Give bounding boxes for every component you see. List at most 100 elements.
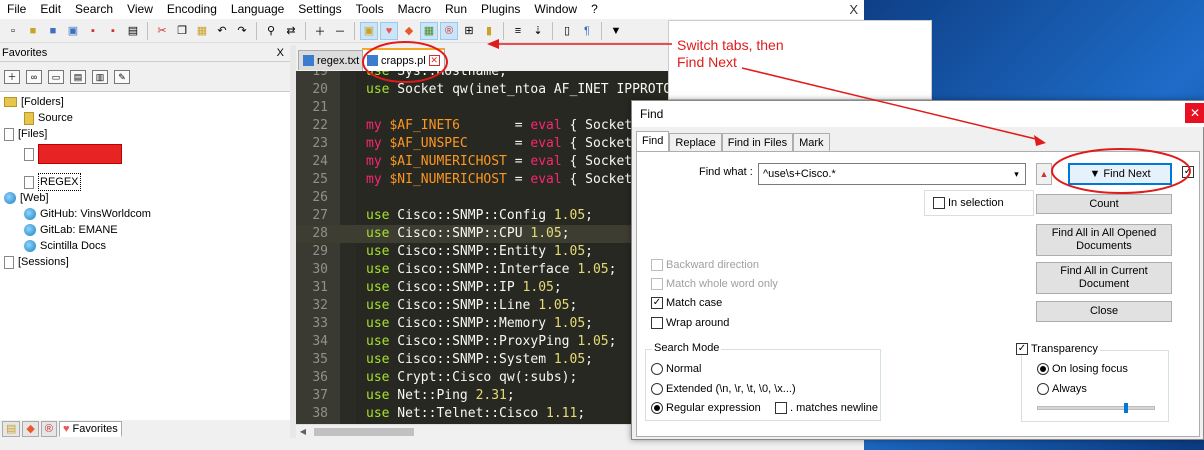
always-radio[interactable]: Always xyxy=(1037,383,1087,395)
cut-icon[interactable]: ✂ xyxy=(153,22,171,40)
save-all-icon[interactable]: ▣ xyxy=(64,22,82,40)
tab-find-in-files[interactable]: Find in Files xyxy=(721,133,794,152)
code-line[interactable]: 37 use Net::Ping 2.31; xyxy=(296,387,668,405)
edit-link-icon[interactable]: ✎ xyxy=(114,70,130,84)
copy-icon[interactable]: ❐ xyxy=(173,22,191,40)
transparency-slider-thumb[interactable] xyxy=(1124,403,1128,413)
tree-node-sessions[interactable]: [Sessions] xyxy=(4,254,69,270)
document-map-icon[interactable]: ▦ xyxy=(420,21,438,40)
swap-direction-button[interactable]: ▲ xyxy=(1036,163,1052,185)
transparency-checkbox[interactable]: ✓ Transparency xyxy=(1014,343,1100,355)
find-icon[interactable]: ⚲ xyxy=(262,22,280,40)
tree-node-web[interactable]: [Web] xyxy=(4,190,49,206)
code-line[interactable]: 36 use Crypt::Cisco qw(:subs); xyxy=(296,369,668,387)
menu-help[interactable]: ? xyxy=(584,0,605,19)
chevron-down-icon[interactable]: ▾ xyxy=(1008,164,1025,184)
save-icon[interactable]: ■ xyxy=(44,22,62,40)
find-next-button[interactable]: ▼ Find Next xyxy=(1068,163,1172,185)
code-line[interactable]: 32 use Cisco::SNMP::Line 1.05; xyxy=(296,297,668,315)
menu-edit[interactable]: Edit xyxy=(33,0,68,19)
add-favorite-icon[interactable]: ＋ xyxy=(4,70,20,84)
code-editor[interactable]: 19 use Sys::Hostname; 20 use Socket qw(inet… xyxy=(296,71,668,424)
code-line[interactable]: 21 xyxy=(296,99,668,117)
find-all-current-button[interactable]: Find All in Current Document xyxy=(1036,262,1172,294)
close-file-icon[interactable]: ▪ xyxy=(84,22,102,40)
group-icon[interactable]: ▤ xyxy=(70,70,86,84)
code-line[interactable]: 29 use Cisco::SNMP::Entity 1.05; xyxy=(296,243,668,261)
tree-node-github[interactable]: GitHub: VinsWorldcom xyxy=(24,206,151,222)
tree-node-folders[interactable]: [Folders] xyxy=(4,94,64,110)
toolbar-overflow-icon[interactable]: ▼ xyxy=(607,22,625,40)
count-button[interactable]: Count xyxy=(1036,194,1172,214)
close-panel-icon[interactable]: X xyxy=(277,45,284,62)
panel-icon[interactable]: ▯ xyxy=(558,22,576,40)
tree-node-source[interactable]: Source xyxy=(24,110,73,126)
plugin-icon[interactable]: ◆ xyxy=(400,22,418,40)
panel-tab-plugin[interactable]: ◆ xyxy=(22,421,39,437)
on-losing-focus-radio[interactable]: On losing focus xyxy=(1037,363,1128,375)
menu-window[interactable]: Window xyxy=(527,0,584,19)
code-line[interactable]: 28 use Cisco::SNMP::CPU 1.05; xyxy=(296,225,668,243)
match-case-checkbox[interactable]: ✓ Match case xyxy=(651,297,722,309)
code-line[interactable]: 22 my $AF_INET6 = eval { Socket::AF_INET6… xyxy=(296,117,668,135)
function-list-icon[interactable]: ⊞ xyxy=(460,22,478,40)
search-mode-normal-radio[interactable]: Normal xyxy=(651,363,701,375)
menu-run[interactable]: Run xyxy=(438,0,474,19)
folder-link-icon[interactable]: ▭ xyxy=(48,70,64,84)
find-next-option[interactable]: ✓ xyxy=(1182,166,1194,178)
wrap-around-checkbox[interactable]: Wrap around xyxy=(651,317,729,329)
zoom-out-icon[interactable]: － xyxy=(331,22,349,40)
session-icon[interactable]: ▥ xyxy=(92,70,108,84)
favorites-heart-icon[interactable]: ♥ xyxy=(380,21,398,40)
replace-icon[interactable]: ⇄ xyxy=(282,22,300,40)
backward-direction-checkbox[interactable]: Backward direction xyxy=(651,259,759,271)
menu-view[interactable]: View xyxy=(120,0,160,19)
open-file-icon[interactable]: ■ xyxy=(24,22,42,40)
scrollbar-thumb[interactable] xyxy=(314,428,414,436)
close-all-icon[interactable]: ▪ xyxy=(104,22,122,40)
code-line[interactable]: 35 use Cisco::SNMP::System 1.05; xyxy=(296,351,668,369)
undo-icon[interactable]: ↶ xyxy=(213,22,231,40)
code-line[interactable]: 20 use Socket qw(inet_ntoa AF_INET IPPROT… xyxy=(296,81,668,99)
find-what-input[interactable]: ^use\s+Cisco.* ▾ xyxy=(758,163,1026,185)
search-mode-extended-radio[interactable]: Extended (\n, \r, \t, \0, \x...) xyxy=(651,383,796,395)
code-line[interactable]: 33 use Cisco::SNMP::Memory 1.05; xyxy=(296,315,668,333)
zoom-in-icon[interactable]: ＋ xyxy=(311,22,329,40)
code-line[interactable]: 24 my $AI_NUMERICHOST = eval { Socket::AI… xyxy=(296,153,668,171)
tab-mark[interactable]: Mark xyxy=(793,133,830,152)
tab-find[interactable]: Find xyxy=(636,131,670,153)
scroll-left-icon[interactable]: ◀ xyxy=(296,425,310,439)
find-all-opened-button[interactable]: Find All in All Opened Documents xyxy=(1036,224,1172,256)
search-mode-regex-radio[interactable]: Regular expression xyxy=(651,402,761,414)
new-file-icon[interactable]: ▫ xyxy=(4,22,22,40)
menu-tools[interactable]: Tools xyxy=(349,0,391,19)
redo-icon[interactable]: ↷ xyxy=(233,22,251,40)
regex-tool-icon[interactable]: ® xyxy=(440,21,458,40)
print-icon[interactable]: ▤ xyxy=(124,22,142,40)
code-line[interactable]: 30 use Cisco::SNMP::Interface 1.05; xyxy=(296,261,668,279)
link-icon[interactable]: ∞ xyxy=(26,70,42,84)
paste-icon[interactable]: ▦ xyxy=(193,22,211,40)
menu-search[interactable]: Search xyxy=(68,0,120,19)
tree-node-files[interactable]: [Files] xyxy=(4,126,47,142)
code-line[interactable]: 19 use Sys::Hostname; xyxy=(296,71,668,81)
menu-file[interactable]: File xyxy=(0,0,33,19)
close-dialog-icon[interactable]: ✕ xyxy=(1185,103,1204,123)
code-line[interactable]: 25 my $NI_NUMERICHOST = eval { Socket::NI… xyxy=(296,171,668,189)
close-document-icon[interactable]: X xyxy=(849,0,858,19)
panel-tab-function-list[interactable]: ▤ xyxy=(2,421,21,437)
explorer-icon[interactable]: ▮ xyxy=(480,22,498,40)
menu-language[interactable]: Language xyxy=(224,0,291,19)
close-button[interactable]: Close xyxy=(1036,301,1172,322)
tree-node-gitlab[interactable]: GitLab: EMANE xyxy=(24,222,118,238)
in-selection-checkbox[interactable]: In selection xyxy=(933,197,1004,209)
tree-node-redacted-file[interactable] xyxy=(24,142,122,166)
code-line[interactable]: 34 use Cisco::SNMP::ProxyPing 1.05; xyxy=(296,333,668,351)
code-line[interactable]: 23 my $AF_UNSPEC = eval { Socket::AF_UNSP… xyxy=(296,135,668,153)
menu-plugins[interactable]: Plugins xyxy=(474,0,527,19)
tab-replace[interactable]: Replace xyxy=(669,133,722,152)
paragraph-icon[interactable]: ¶ xyxy=(578,22,596,40)
dot-matches-newline-checkbox[interactable]: . matches newline xyxy=(775,402,878,414)
panel-tab-regex[interactable]: ® xyxy=(40,421,57,437)
menu-encoding[interactable]: Encoding xyxy=(160,0,224,19)
